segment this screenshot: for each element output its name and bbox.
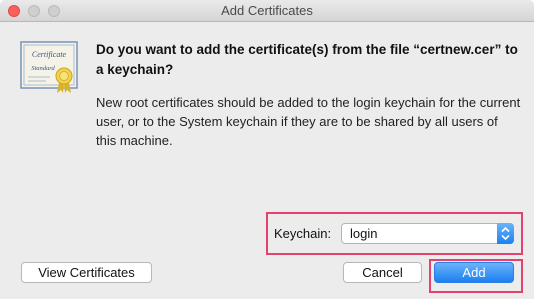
- certificate-icon-line1: Certificate: [32, 50, 67, 59]
- dialog-headline: Do you want to add the certificate(s) fr…: [96, 42, 518, 77]
- keychain-select[interactable]: login: [341, 223, 514, 244]
- add-certificates-dialog: Add Certificates Certificate Standard Do…: [0, 0, 534, 299]
- add-button[interactable]: Add: [434, 262, 514, 283]
- certificate-icon: Certificate Standard: [20, 41, 78, 93]
- window-title: Add Certificates: [221, 3, 313, 18]
- title-bar: Add Certificates: [0, 0, 534, 22]
- dialog-message: New root certificates should be added to…: [96, 95, 521, 148]
- keychain-select-value: login: [350, 226, 378, 241]
- keychain-label: Keychain:: [274, 226, 332, 241]
- view-certificates-button[interactable]: View Certificates: [21, 262, 152, 283]
- chevron-updown-icon[interactable]: [497, 223, 514, 244]
- certificate-icon-line2: Standard: [31, 65, 55, 72]
- cancel-button[interactable]: Cancel: [343, 262, 422, 283]
